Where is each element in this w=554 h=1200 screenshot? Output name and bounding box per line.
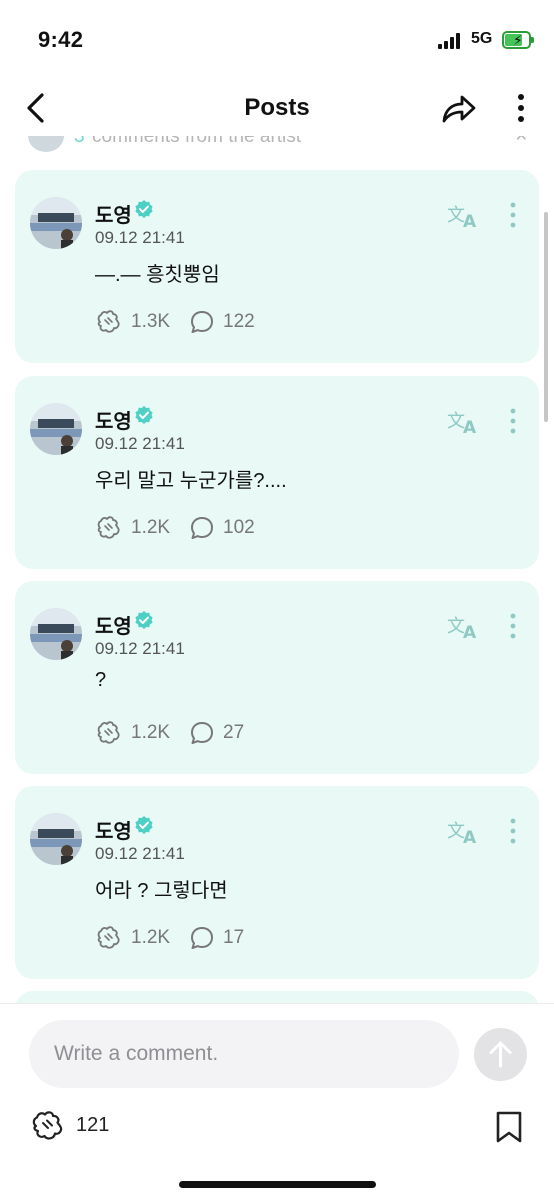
comment-count: 122 <box>223 311 255 332</box>
status-bar: 9:42 5G ⚡ <box>0 0 554 80</box>
post-body: 어라 ? 그렇다면 <box>95 880 228 902</box>
post-card[interactable]: 도영 09.12 21:41 어라 ? 그렇다면 文 A 1.2K 17 <box>15 786 539 979</box>
send-button[interactable] <box>474 1028 527 1081</box>
reaction-icon[interactable] <box>95 514 123 542</box>
post-body: 우리 말고 누군가를?.... <box>95 470 287 492</box>
svg-text:A: A <box>463 828 477 845</box>
battery-icon: ⚡ <box>502 31 534 49</box>
reaction-icon[interactable] <box>95 924 123 952</box>
svg-text:A: A <box>463 418 477 435</box>
scrollbar[interactable] <box>544 212 548 422</box>
status-time: 9:42 <box>38 27 84 52</box>
share-button[interactable] <box>440 90 478 126</box>
reaction-icon[interactable] <box>95 719 123 747</box>
more-icon <box>518 94 524 122</box>
avatar <box>30 403 82 455</box>
post-card[interactable]: 도영 09.12 21:41 우리 말고 누군가를?.... 文 A 1.2K … <box>15 376 539 569</box>
translate-icon[interactable]: 文 A <box>447 819 479 845</box>
send-icon <box>489 1041 512 1068</box>
bookmark-icon[interactable] <box>494 1110 524 1144</box>
navigation-bar: Posts <box>0 80 554 136</box>
post-datetime: 09.12 21:41 <box>95 228 185 247</box>
like-icon[interactable] <box>30 1108 68 1144</box>
author-name[interactable]: 도영 <box>95 610 132 639</box>
post-datetime: 09.12 21:41 <box>95 844 185 863</box>
post-actions: 1.2K 17 <box>95 924 395 954</box>
translate-icon[interactable]: 文 A <box>447 614 479 640</box>
comment-input[interactable] <box>29 1020 459 1088</box>
comment-count: 17 <box>223 927 245 948</box>
translate-icon[interactable]: 文 A <box>447 203 479 229</box>
author-name[interactable]: 도영 <box>95 405 132 434</box>
comment-icon[interactable] <box>189 309 215 335</box>
reaction-count: 1.2K <box>131 517 171 538</box>
avatar <box>30 608 82 660</box>
author-name[interactable]: 도영 <box>95 815 132 844</box>
reaction-count: 1.2K <box>131 927 171 948</box>
share-icon <box>442 95 476 123</box>
post-actions: 1.2K 27 <box>95 719 395 749</box>
post-actions: 1.2K 102 <box>95 514 395 544</box>
verified-icon <box>135 406 153 424</box>
translate-icon[interactable]: 文 A <box>447 409 479 435</box>
post-more-icon[interactable] <box>503 201 523 229</box>
verified-icon <box>135 816 153 834</box>
verified-icon <box>135 611 153 629</box>
like-count: 121 <box>76 1114 110 1136</box>
post-actions: 1.3K 122 <box>95 308 395 338</box>
post-more-icon[interactable] <box>503 407 523 435</box>
post-datetime: 09.12 21:41 <box>95 639 185 658</box>
home-indicator <box>179 1181 376 1188</box>
reaction-icon[interactable] <box>95 308 123 336</box>
post-card[interactable]: 도영 09.12 21:41 —.— 흥칫뿡임 文 A 1.3K 122 <box>15 170 539 363</box>
reaction-count: 1.2K <box>131 722 171 743</box>
comment-icon[interactable] <box>189 720 215 746</box>
signal-icon <box>438 33 464 49</box>
comment-composer: 121 <box>0 1003 554 1200</box>
svg-text:A: A <box>463 212 477 229</box>
comment-count: 102 <box>223 517 255 538</box>
comment-icon[interactable] <box>189 515 215 541</box>
network-label: 5G <box>471 30 493 47</box>
reaction-count: 1.3K <box>131 311 171 332</box>
post-datetime: 09.12 21:41 <box>95 434 185 453</box>
post-more-icon[interactable] <box>503 817 523 845</box>
svg-text:A: A <box>463 623 477 640</box>
post-card[interactable]: 도영 09.12 21:41 ? 文 A 1.2K 27 <box>15 581 539 774</box>
post-body: —.— 흥칫뿡임 <box>95 264 220 286</box>
verified-icon <box>135 200 153 218</box>
avatar <box>30 813 82 865</box>
post-body: ? <box>95 669 107 691</box>
more-button[interactable] <box>508 90 534 126</box>
comment-icon[interactable] <box>189 925 215 951</box>
author-name[interactable]: 도영 <box>95 199 132 228</box>
avatar <box>30 197 82 249</box>
post-more-icon[interactable] <box>503 612 523 640</box>
comment-count: 27 <box>223 722 245 743</box>
